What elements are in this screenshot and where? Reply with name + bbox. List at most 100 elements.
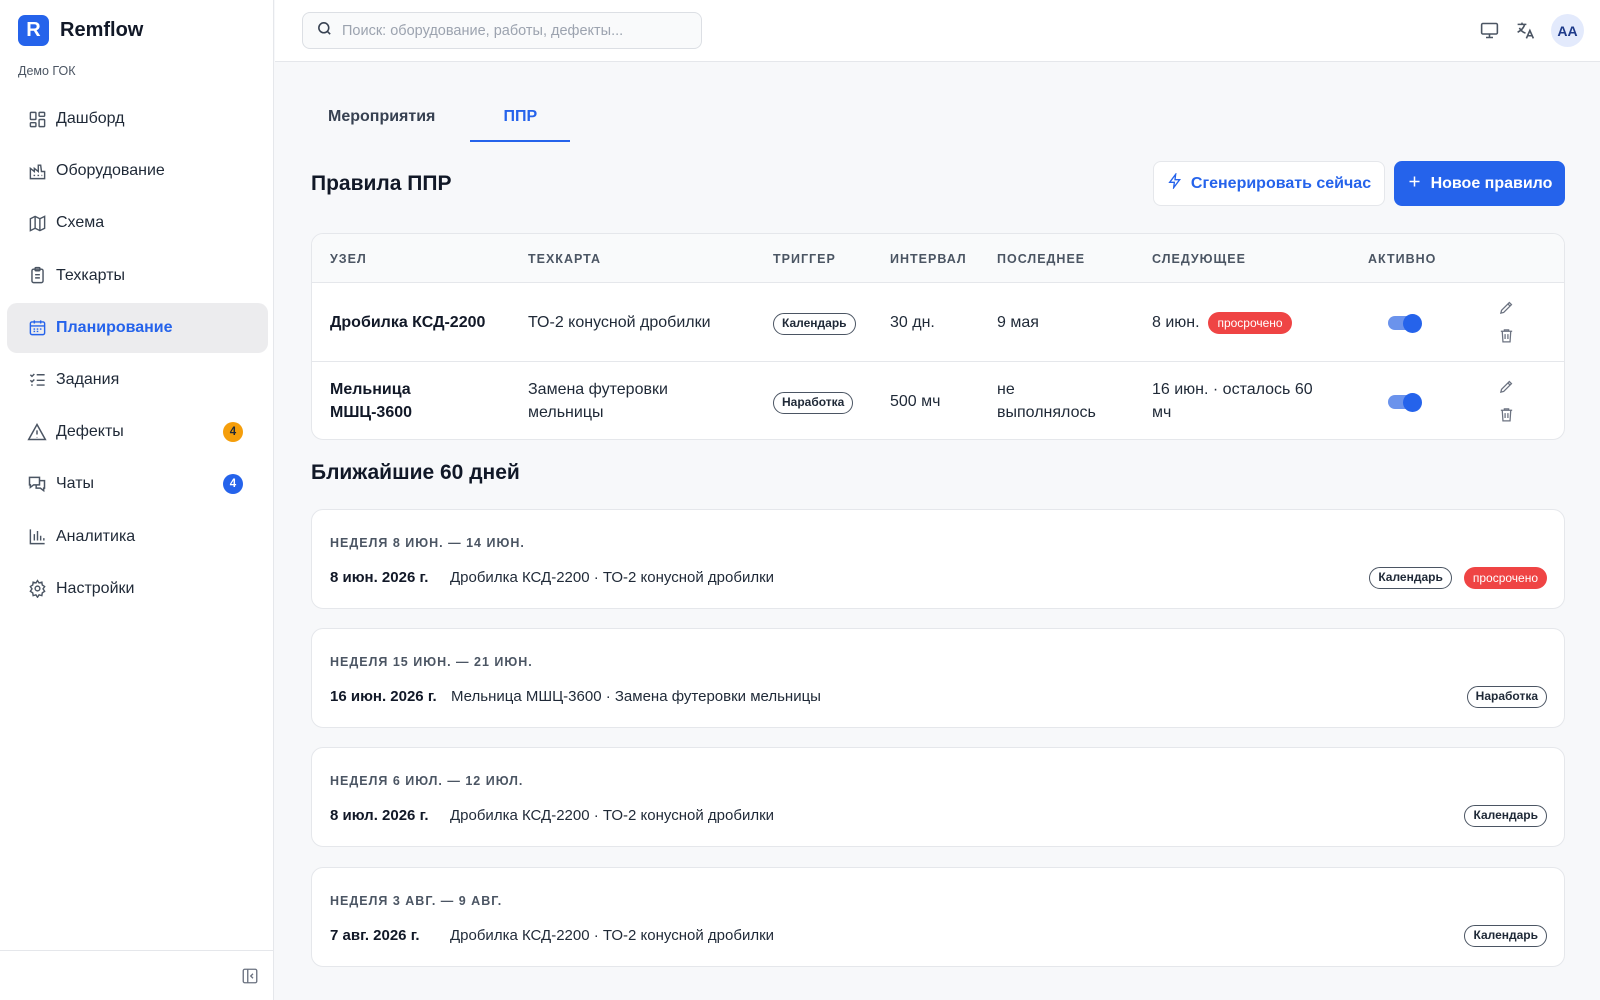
sidebar-item-label: Дефекты — [56, 423, 124, 441]
sidebar-item-techcards[interactable]: Техкарты — [7, 251, 268, 301]
new-rule-label: Новое правило — [1430, 174, 1553, 192]
sidebar-nav: Дашборд Оборудование Схема Техкарты План… — [7, 94, 268, 616]
column-header-trigger: ТРИГГЕР — [773, 252, 836, 266]
collapse-sidebar-icon[interactable] — [241, 967, 259, 985]
monitor-icon[interactable] — [1478, 20, 1500, 42]
sidebar-item-equipment[interactable]: Оборудование — [7, 146, 268, 196]
column-header-node: УЗЕЛ — [330, 252, 367, 266]
trigger-chip: Наработка — [1466, 686, 1547, 708]
app-name: Remflow — [60, 19, 144, 41]
week-desc: Дробилка КСД-2200 · ТО-2 конусной дробил… — [450, 927, 775, 944]
sidebar-item-label: Задания — [56, 370, 120, 388]
rule-next: 16 июн. · осталось 60 мч — [1152, 381, 1313, 421]
plus-icon — [1407, 174, 1422, 194]
trigger-chip: Календарь — [1464, 805, 1547, 827]
sidebar-item-label: Планирование — [56, 318, 173, 336]
sidebar-item-label: Дашборд — [56, 110, 125, 127]
week-label: НЕДЕЛЯ 6 ИЮЛ. — 12 ИЮЛ. — [330, 774, 524, 788]
week-date: 8 июн. 2026 г. — [330, 569, 429, 586]
list-item[interactable]: НЕДЕЛЯ 15 ИЮН. — 21 ИЮН. 16 июн. 2026 г.… — [311, 628, 1565, 728]
trigger-chip: Календарь — [1369, 567, 1452, 589]
sidebar-footer — [0, 950, 274, 1000]
table-row: Дробилка КСД-2200 ТО-2 конусной дробилки… — [312, 283, 1564, 362]
active-toggle[interactable] — [1388, 313, 1422, 333]
week-label: НЕДЕЛЯ 15 ИЮН. — 21 ИЮН. — [330, 655, 533, 669]
sidebar-item-chats[interactable]: Чаты 4 — [7, 459, 268, 509]
column-header-last: ПОСЛЕДНЕЕ — [997, 252, 1086, 266]
generate-now-button[interactable]: Сгенерировать сейчас — [1153, 161, 1385, 206]
rule-interval: 500 мч — [890, 393, 941, 410]
rules-title: Правила ППР — [311, 172, 452, 195]
list-item[interactable]: НЕДЕЛЯ 3 АВГ. — 9 АВГ. 7 авг. 2026 г. Др… — [311, 867, 1565, 967]
upcoming-title: Ближайшие 60 дней — [311, 461, 520, 484]
trigger-chip: Наработка — [773, 392, 854, 414]
search-input[interactable] — [342, 22, 682, 39]
app-logo-icon: R — [18, 15, 49, 46]
sidebar-item-schema[interactable]: Схема — [7, 198, 268, 248]
sidebar-item-label: Чаты — [56, 475, 95, 493]
tab-ppr[interactable]: ППР — [470, 94, 571, 142]
brand[interactable]: R Remflow — [18, 15, 143, 46]
rule-last: 9 мая — [997, 314, 1039, 331]
main-content: Мероприятия ППР Правила ППР Сгенерироват… — [275, 62, 1600, 1000]
warning-icon — [27, 422, 47, 442]
chats-count-badge: 4 — [223, 474, 243, 495]
week-chips: Календарь — [1464, 925, 1547, 947]
translate-icon[interactable] — [1514, 20, 1536, 42]
week-date: 7 авг. 2026 г. — [330, 927, 420, 944]
map-icon — [27, 213, 47, 233]
sidebar-item-planning[interactable]: Планирование — [7, 302, 268, 353]
column-header-techcard: ТЕХКАРТА — [528, 252, 602, 266]
new-rule-button[interactable]: Новое правило — [1394, 161, 1565, 206]
rule-interval: 30 дн. — [890, 314, 935, 331]
tabs: Мероприятия ППР — [311, 94, 588, 142]
week-chips: Календарь — [1464, 805, 1547, 827]
column-header-next: СЛЕДУЮЩЕЕ — [1152, 252, 1246, 266]
rules-table: УЗЕЛ ТЕХКАРТА ТРИГГЕР ИНТЕРВАЛ ПОСЛЕДНЕЕ… — [311, 233, 1565, 440]
top-header: AA — [275, 0, 1600, 62]
week-desc: Мельница МШЦ-3600 · Замена футеровки мел… — [451, 688, 821, 705]
tab-events[interactable]: Мероприятия — [311, 94, 452, 140]
column-header-interval: ИНТЕРВАЛ — [890, 252, 967, 266]
sidebar-item-label: Аналитика — [56, 527, 136, 545]
rule-next: 8 июн. — [1152, 314, 1200, 331]
sidebar-item-dashboard[interactable]: Дашборд — [7, 94, 268, 144]
list-item[interactable]: НЕДЕЛЯ 8 ИЮН. — 14 ИЮН. 8 июн. 2026 г. Д… — [311, 509, 1565, 609]
rule-node: Дробилка КСД-2200 — [330, 314, 486, 331]
chat-icon — [27, 474, 47, 494]
sidebar-item-defects[interactable]: Дефекты 4 — [7, 407, 268, 457]
sidebar-item-analytics[interactable]: Аналитика — [7, 512, 268, 562]
checklist-icon — [27, 370, 47, 390]
active-toggle[interactable] — [1388, 392, 1422, 412]
gear-icon — [27, 579, 47, 599]
edit-icon[interactable] — [1498, 299, 1516, 317]
sidebar-item-label: Оборудование — [56, 162, 165, 180]
week-date: 8 июл. 2026 г. — [330, 807, 429, 824]
trash-icon[interactable] — [1498, 406, 1516, 424]
week-chips: Календарь просрочено — [1369, 567, 1547, 589]
sidebar-item-tasks[interactable]: Задания — [7, 355, 268, 405]
week-chips: Наработка — [1466, 686, 1547, 708]
week-desc: Дробилка КСД-2200 · ТО-2 конусной дробил… — [450, 807, 775, 824]
trigger-chip: Календарь — [1464, 925, 1547, 947]
rule-last: не выполнялось — [997, 381, 1096, 421]
generate-now-label: Сгенерировать сейчас — [1190, 174, 1372, 192]
org-name: Демо ГОК — [18, 64, 76, 78]
sidebar-item-settings[interactable]: Настройки — [7, 564, 268, 614]
trigger-chip: Календарь — [773, 313, 856, 335]
list-item[interactable]: НЕДЕЛЯ 6 ИЮЛ. — 12 ИЮЛ. 8 июл. 2026 г. Д… — [311, 747, 1565, 847]
table-header: УЗЕЛ ТЕХКАРТА ТРИГГЕР ИНТЕРВАЛ ПОСЛЕДНЕЕ… — [312, 234, 1564, 283]
bar-chart-icon — [27, 527, 47, 547]
sidebar-item-label: Схема — [56, 214, 105, 232]
defects-count-badge: 4 — [223, 422, 243, 443]
search-box[interactable] — [302, 12, 702, 49]
sidebar: R Remflow Демо ГОК Дашборд Оборудование … — [0, 0, 274, 1000]
overdue-badge: просрочено — [1463, 567, 1547, 589]
calendar-icon — [27, 318, 47, 338]
trash-icon[interactable] — [1498, 327, 1516, 345]
avatar[interactable]: AA — [1551, 14, 1584, 47]
edit-icon[interactable] — [1498, 378, 1516, 396]
factory-icon — [27, 161, 47, 181]
header-actions: AA — [1478, 14, 1584, 47]
week-label: НЕДЕЛЯ 8 ИЮН. — 14 ИЮН. — [330, 536, 525, 550]
